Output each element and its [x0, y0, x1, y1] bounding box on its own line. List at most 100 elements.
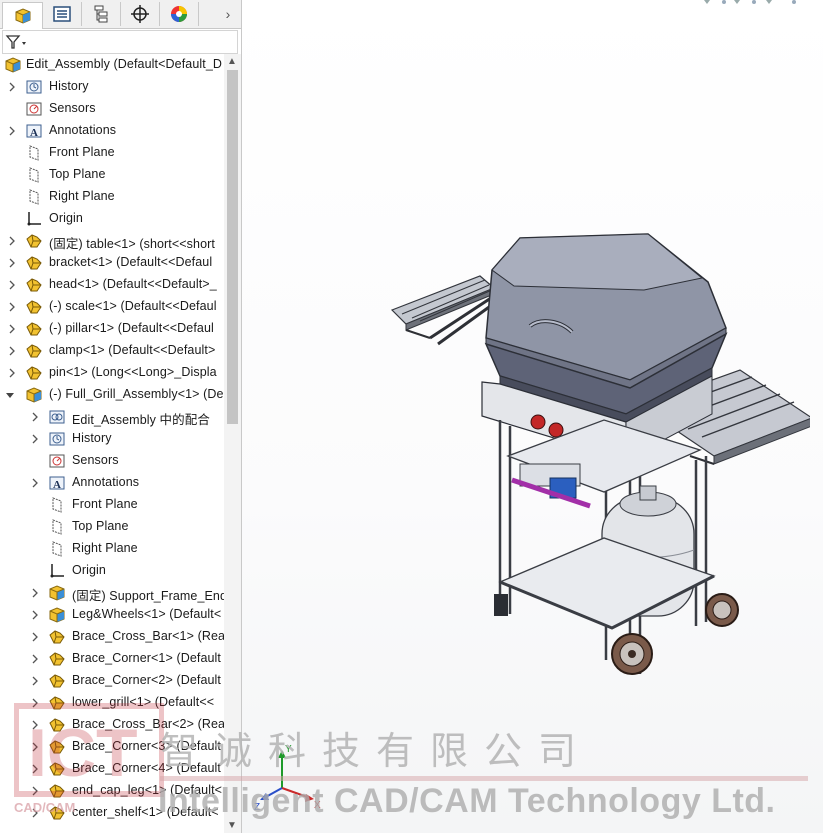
collapsed-arrow-icon[interactable] — [31, 698, 39, 708]
tree-item[interactable]: bracket<1> (Default<<Defaul — [0, 252, 224, 274]
tree-item[interactable]: Origin — [0, 560, 224, 582]
collapsed-arrow-icon[interactable] — [31, 632, 39, 642]
tree-item[interactable]: (-) scale<1> (Default<<Defaul — [0, 296, 224, 318]
part-icon — [26, 344, 42, 358]
tree-item[interactable]: Right Plane — [0, 538, 224, 560]
graphics-viewport[interactable]: Y X Z — [242, 0, 823, 833]
svg-text:A: A — [30, 127, 38, 139]
view-toolbar-fragment[interactable] — [704, 0, 823, 8]
tree-item[interactable]: head<1> (Default<<Default>_ — [0, 274, 224, 296]
tree-item[interactable]: Leg&Wheels<1> (Default< — [0, 604, 224, 626]
part-icon — [49, 806, 65, 820]
annotation-icon: A — [26, 124, 42, 139]
tree-filter-bar[interactable] — [2, 30, 238, 54]
tree-item-label: Edit_Assembly 中的配合 — [72, 413, 210, 427]
tree-item[interactable]: Brace_Corner<2> (Default — [0, 670, 224, 692]
dimxpert-tab[interactable] — [120, 2, 160, 26]
tree-item-label: bracket<1> (Default<<Defaul — [49, 255, 213, 269]
tree-item-label: Annotations — [72, 475, 140, 489]
mates-icon — [49, 410, 65, 424]
collapsed-arrow-icon[interactable] — [8, 324, 16, 334]
tree-item[interactable]: Sensors — [0, 98, 224, 120]
collapsed-arrow-icon[interactable] — [31, 588, 39, 598]
color-wheel-icon — [170, 6, 187, 22]
tree-item[interactable]: Brace_Corner<4> (Default — [0, 758, 224, 780]
assembly-icon — [5, 57, 21, 73]
tree-item[interactable]: clamp<1> (Default<<Default> — [0, 340, 224, 362]
tree-item[interactable]: Sensors — [0, 450, 224, 472]
tree-item[interactable]: Front Plane — [0, 142, 224, 164]
tree-item[interactable]: History — [0, 76, 224, 98]
tree-item[interactable]: Front Plane — [0, 494, 224, 516]
tree-item[interactable]: Edit_Assembly 中的配合 — [0, 406, 224, 428]
collapsed-arrow-icon[interactable] — [31, 434, 39, 444]
tree-item[interactable]: Top Plane — [0, 164, 224, 186]
tree-item[interactable]: lower_grill<1> (Default<< — [0, 692, 224, 714]
assembly-icon — [49, 585, 65, 601]
tree-item[interactable]: Top Plane — [0, 516, 224, 538]
tree-item[interactable]: Brace_Cross_Bar<2> (Rea — [0, 714, 224, 736]
tree-item-label: Origin — [72, 563, 106, 577]
origin-icon — [27, 212, 41, 226]
collapsed-arrow-icon[interactable] — [8, 346, 16, 356]
display-manager-tab[interactable] — [159, 2, 199, 26]
tree-item[interactable]: (固定) table<1> (short<<short — [0, 230, 224, 252]
tree-item[interactable]: pin<1> (Long<<Long>_Displa — [0, 362, 224, 384]
tree-item[interactable]: History — [0, 428, 224, 450]
tree-item[interactable]: Origin — [0, 208, 224, 230]
configuration-icon — [94, 5, 107, 23]
collapsed-arrow-icon[interactable] — [31, 742, 39, 752]
assembly-icon — [49, 607, 65, 623]
tree-item[interactable]: Brace_Corner<3> (Default — [0, 736, 224, 758]
expanded-arrow-icon[interactable] — [6, 390, 14, 400]
scroll-down-icon[interactable]: ▼ — [227, 820, 237, 831]
tree-item-label: (固定) table<1> (short<<short — [49, 237, 215, 251]
tree-item[interactable]: A Annotations — [0, 120, 224, 142]
collapsed-arrow-icon[interactable] — [8, 280, 16, 290]
collapsed-arrow-icon[interactable] — [31, 786, 39, 796]
collapsed-arrow-icon[interactable] — [31, 764, 39, 774]
tree-item[interactable]: Brace_Corner<1> (Default — [0, 648, 224, 670]
tree-item[interactable]: end_cap_leg<1> (Default< — [0, 780, 224, 802]
tree-scrollbar[interactable]: ▲ ▼ — [224, 54, 241, 833]
tree-item[interactable]: (-) Full_Grill_Assembly<1> (De — [0, 384, 224, 406]
plane-icon — [52, 541, 62, 557]
tree-item-label: (-) pillar<1> (Default<<Defaul — [49, 321, 214, 335]
collapsed-arrow-icon[interactable] — [31, 610, 39, 620]
tree-item[interactable]: A Annotations — [0, 472, 224, 494]
tab-scroll-right-icon[interactable]: › — [220, 4, 236, 24]
plane-icon — [29, 145, 39, 161]
part-icon — [26, 256, 42, 270]
collapsed-arrow-icon[interactable] — [8, 302, 16, 312]
collapsed-arrow-icon[interactable] — [8, 236, 16, 246]
collapsed-arrow-icon[interactable] — [8, 258, 16, 268]
collapsed-arrow-icon[interactable] — [31, 412, 39, 422]
configuration-manager-tab[interactable] — [81, 2, 121, 26]
filter-icon[interactable] — [5, 33, 29, 51]
collapsed-arrow-icon[interactable] — [31, 654, 39, 664]
collapsed-arrow-icon[interactable] — [31, 676, 39, 686]
part-icon — [26, 234, 42, 248]
triad-y-label: Y — [285, 744, 292, 755]
tree-item[interactable]: Brace_Cross_Bar<1> (Rea — [0, 626, 224, 648]
tree-item[interactable]: (-) pillar<1> (Default<<Defaul — [0, 318, 224, 340]
tree-item[interactable]: center_shelf<1> (Default< — [0, 802, 224, 824]
collapsed-arrow-icon[interactable] — [31, 720, 39, 730]
part-icon — [49, 762, 65, 776]
part-icon — [49, 696, 65, 710]
scroll-up-icon[interactable]: ▲ — [227, 56, 237, 67]
assembly-tree-icon — [15, 8, 30, 24]
tree-root[interactable]: Edit_Assembly (Default<Default_D — [0, 54, 224, 76]
collapsed-arrow-icon[interactable] — [31, 478, 39, 488]
collapsed-arrow-icon[interactable] — [8, 126, 16, 136]
tree-item[interactable]: (固定) Support_Frame_End — [0, 582, 224, 604]
grill-3d-model[interactable] — [390, 230, 810, 690]
origin-icon — [50, 564, 64, 578]
collapsed-arrow-icon[interactable] — [31, 808, 39, 818]
feature-manager-tab[interactable] — [2, 2, 43, 29]
tree-item[interactable]: Right Plane — [0, 186, 224, 208]
collapsed-arrow-icon[interactable] — [8, 82, 16, 92]
collapsed-arrow-icon[interactable] — [8, 368, 16, 378]
property-manager-tab[interactable] — [42, 2, 82, 26]
scrollbar-thumb[interactable] — [227, 70, 238, 424]
